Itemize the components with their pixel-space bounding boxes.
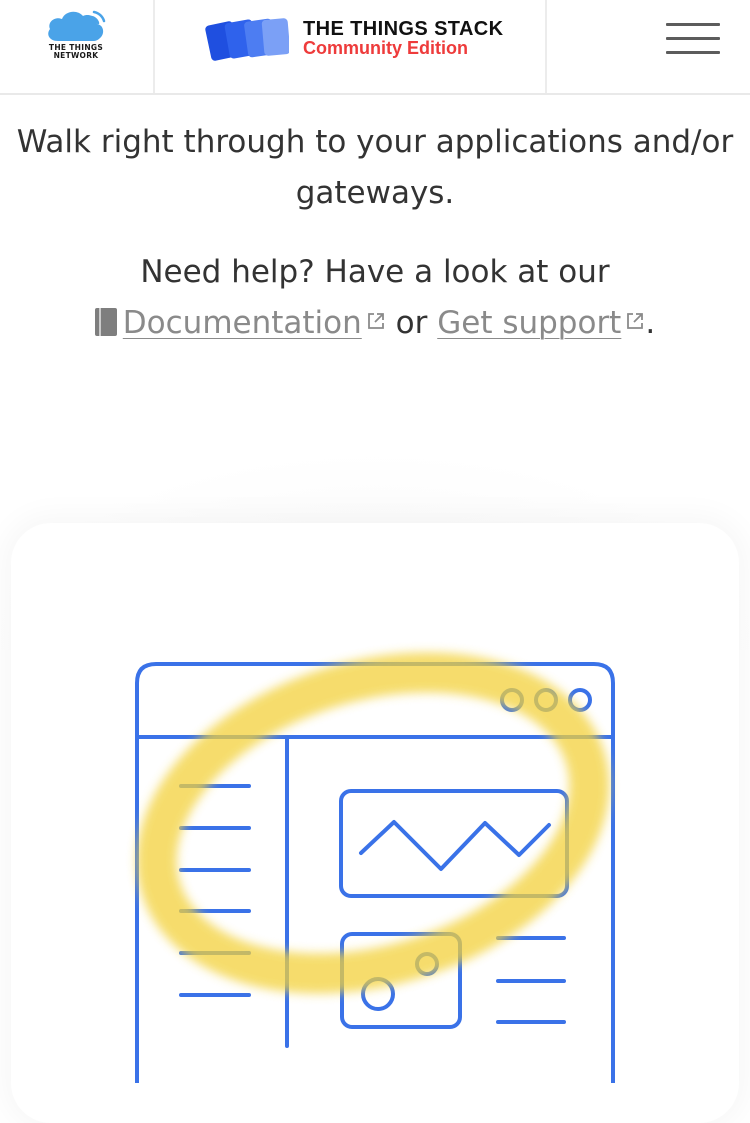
hamburger-menu-icon[interactable] bbox=[664, 20, 722, 58]
dashboard-illustration bbox=[135, 652, 615, 1083]
header-divider bbox=[153, 0, 155, 93]
highlight-circle bbox=[136, 652, 610, 994]
the-things-stack-logo[interactable]: THE THINGS STACK Community Edition bbox=[205, 16, 505, 64]
book-icon bbox=[94, 308, 117, 336]
help-suffix: . bbox=[645, 305, 656, 341]
menu-bar bbox=[666, 37, 720, 40]
or-text: or bbox=[395, 305, 428, 341]
ttn-logo-text-line2: NETWORK bbox=[53, 51, 99, 60]
help-text: Need help? Have a look at our Documentat… bbox=[0, 247, 750, 349]
get-support-link[interactable]: Get support bbox=[437, 305, 621, 341]
intro-text: Walk right through to your applications … bbox=[16, 124, 734, 211]
documentation-link[interactable]: Documentation bbox=[123, 305, 362, 341]
stack-cards-icon bbox=[205, 18, 289, 61]
top-header: THE THINGS NETWORK THE THINGS STACK Comm… bbox=[0, 0, 750, 95]
stack-subtitle: Community Edition bbox=[303, 38, 468, 58]
ttn-logo[interactable]: THE THINGS NETWORK bbox=[30, 8, 122, 78]
menu-bar bbox=[666, 51, 720, 54]
illustration-card bbox=[11, 523, 739, 1123]
cloud-icon bbox=[48, 10, 106, 41]
external-link-icon bbox=[627, 313, 644, 329]
external-link-icon bbox=[367, 313, 384, 329]
menu-bar bbox=[666, 23, 720, 26]
help-prefix: Need help? Have a look at our bbox=[140, 254, 610, 290]
header-divider bbox=[545, 0, 547, 93]
help-links-line: Documentation or Get support. bbox=[0, 298, 750, 349]
